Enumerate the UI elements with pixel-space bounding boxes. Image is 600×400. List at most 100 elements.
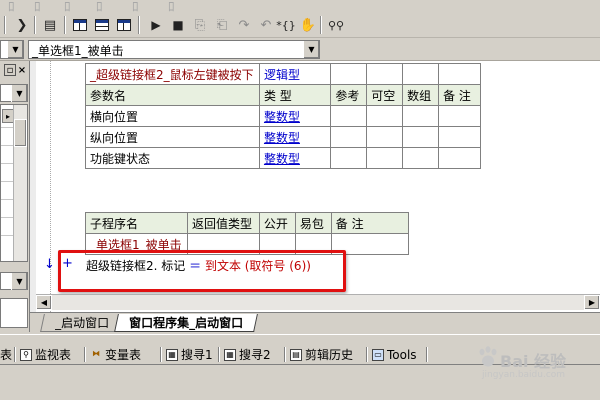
hand-icon: ✋: [299, 17, 317, 33]
left-panel-combo-bottom[interactable]: ▼: [0, 272, 28, 290]
table-cell[interactable]: [366, 105, 404, 127]
step-into-button[interactable]: ⎘: [190, 15, 210, 35]
current-line-arrow-icon: ↓: [44, 257, 55, 272]
param-type-cell[interactable]: 整数型: [258, 105, 332, 127]
close-icon[interactable]: ×: [16, 64, 28, 76]
scroll-right-icon[interactable]: ▶: [584, 295, 600, 310]
toolbar-separator: [320, 16, 322, 34]
tab-label: 窗口程序集_启动窗口: [129, 316, 244, 330]
chevron-down-icon[interactable]: ▼: [11, 273, 27, 290]
tab-separator: [14, 347, 16, 362]
tab-window-program-set[interactable]: 窗口程序集_启动窗口: [114, 314, 258, 332]
step-back-button[interactable]: ↶: [256, 15, 276, 35]
table-cell[interactable]: [330, 105, 368, 127]
param-type-cell[interactable]: 整数型: [258, 126, 332, 148]
chevron-down-icon[interactable]: ▼: [303, 41, 319, 58]
search2-icon: ▦: [224, 348, 236, 361]
restore-icon[interactable]: ▫: [4, 64, 16, 76]
chevron-down-icon[interactable]: ▼: [11, 85, 27, 102]
run-icon: ▶: [151, 18, 161, 32]
chevron-down-icon[interactable]: ▼: [7, 41, 23, 58]
left-panel-scrollbar[interactable]: [13, 105, 27, 261]
magnifier-icon: ⚲: [20, 348, 32, 361]
left-panel-combo[interactable]: ▼: [0, 84, 28, 102]
editor-hscrollbar[interactable]: ◀ ▶: [36, 294, 600, 310]
table-cell[interactable]: [330, 147, 368, 169]
tab-separator: [366, 347, 368, 362]
tab-table[interactable]: 表: [0, 345, 12, 364]
toolbar-clipped-icon: ﾛ: [96, 0, 103, 12]
stop-button[interactable]: ■: [168, 15, 188, 35]
list-item[interactable]: [1, 235, 13, 236]
tab-startup-window[interactable]: _启动窗口: [40, 314, 124, 332]
tab-label: 变量表: [105, 348, 142, 362]
left-panel-list[interactable]: ▸: [0, 104, 28, 262]
hand-button[interactable]: ✋: [298, 15, 318, 35]
toolbar-clipped-icon: ﾛ: [64, 0, 71, 12]
table-cell[interactable]: [438, 147, 481, 169]
table-cell[interactable]: [366, 126, 404, 148]
subroutine-select[interactable]: _单选框1_被单击 ▼: [28, 40, 320, 59]
run-to-button[interactable]: *{}: [276, 15, 296, 35]
step-out-button[interactable]: ↷: [234, 15, 254, 35]
tab-watch[interactable]: ⚲ 监视表: [20, 345, 71, 364]
tab-separator: [218, 347, 220, 362]
binoculars-button[interactable]: ⚲⚲: [326, 15, 346, 35]
list-item[interactable]: [1, 217, 13, 218]
left-panel-bottom-box: [0, 298, 28, 328]
table-cell[interactable]: [438, 126, 481, 148]
tab-label: _启动窗口: [55, 316, 110, 330]
tab-search2[interactable]: ▦ 搜寻2: [224, 345, 271, 364]
toolbar-separator: [34, 16, 36, 34]
event-table-header-row: _超级链接框2_鼠标左键被按下 逻辑型: [85, 63, 481, 85]
param-name-cell[interactable]: 横向位置: [85, 105, 260, 127]
window-icon: [73, 19, 87, 31]
toolbar-clipped-icon: ﾛ: [132, 0, 139, 12]
toolbar-button-left[interactable]: ❯: [12, 15, 32, 35]
column-header: 参考: [330, 84, 368, 106]
event-return-type-cell[interactable]: 逻辑型: [258, 63, 332, 85]
toolbar-clipped-icon: ﾛ: [8, 0, 15, 12]
selector-row: ▼ _单选框1_被单击 ▼: [0, 38, 600, 61]
editor-tabs: _启动窗口 窗口程序集_启动窗口: [30, 312, 600, 334]
tab-clipboard-history[interactable]: ▤ 剪辑历史: [290, 345, 353, 364]
list-item[interactable]: [1, 163, 13, 164]
run-button[interactable]: ▶: [146, 15, 166, 35]
highlight-box: [58, 250, 346, 292]
table-cell: [330, 63, 368, 85]
tab-separator: [160, 347, 162, 362]
step-over-button[interactable]: ⎗: [212, 15, 232, 35]
table-cell[interactable]: [402, 147, 440, 169]
scrollbar-thumb[interactable]: [14, 119, 27, 147]
table-cell[interactable]: [438, 105, 481, 127]
table-cell[interactable]: [402, 105, 440, 127]
table-cell[interactable]: [366, 147, 404, 169]
table-cell[interactable]: [402, 126, 440, 148]
list-item[interactable]: [1, 199, 13, 200]
scroll-left-icon[interactable]: ◀: [36, 295, 52, 310]
tab-separator: [284, 347, 286, 362]
left-selector[interactable]: ▼: [0, 40, 24, 59]
tab-search1[interactable]: ▦ 搜寻1: [166, 345, 213, 364]
param-name-cell[interactable]: 功能键状态: [85, 147, 260, 169]
table-row: 横向位置 整数型: [85, 105, 481, 127]
tab-variables[interactable]: ⧓ 变量表: [90, 345, 141, 364]
event-name-cell[interactable]: _超级链接框2_鼠标左键被按下: [85, 63, 260, 85]
table-row: 纵向位置 整数型: [85, 126, 481, 148]
toolbar-clipped-icon: ﾛ: [168, 0, 175, 12]
table-cell[interactable]: [330, 126, 368, 148]
param-type-cell[interactable]: 整数型: [258, 147, 332, 169]
column-header: 公开: [258, 212, 296, 234]
find-button[interactable]: ▤: [40, 15, 60, 35]
split-v-button[interactable]: [114, 15, 134, 35]
tab-tools[interactable]: ▭ Tools: [372, 345, 417, 364]
list-item[interactable]: [1, 127, 13, 128]
editor-gutter-line: [50, 61, 51, 312]
split-h-button[interactable]: [92, 15, 112, 35]
watermark: Bai 经验 jingyan.baidu.com: [470, 346, 600, 382]
list-item[interactable]: [1, 145, 13, 146]
list-item[interactable]: [1, 181, 13, 182]
param-name-cell[interactable]: 纵向位置: [85, 126, 260, 148]
window-button[interactable]: [70, 15, 90, 35]
step-back-icon: ↶: [260, 17, 272, 33]
